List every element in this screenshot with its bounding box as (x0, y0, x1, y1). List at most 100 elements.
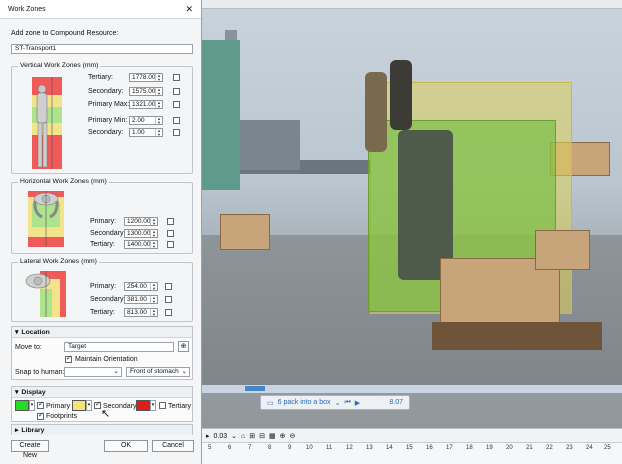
display-title: Display (21, 388, 46, 396)
forward-icon[interactable]: ▸ (206, 432, 210, 440)
target-picker-icon[interactable]: ⊕ (178, 341, 189, 352)
vertical-tertiary-input[interactable]: 1778.00 ▲ ▼ (129, 73, 163, 82)
footprints-checkbox[interactable] (37, 411, 44, 420)
human-figure (365, 72, 387, 152)
resource-field[interactable]: ST-Transport1 (11, 44, 193, 54)
rewind-icon[interactable]: ⏮ (344, 399, 350, 407)
cancel-button[interactable]: Cancel (152, 440, 194, 452)
spin-arrows-icon[interactable]: ▲ ▼ (150, 283, 157, 290)
link-icon[interactable]: ⊞ (249, 432, 255, 440)
horizontal-tertiary-input[interactable]: 1400.00 ▲ ▼ (124, 240, 158, 249)
spin-arrows-icon[interactable]: ▲ ▼ (155, 74, 162, 81)
viewport-toolbar (200, 0, 622, 9)
chevron-down-icon[interactable]: ⌄ (335, 399, 341, 407)
horizontal-tertiary-value: 1400.00 (127, 241, 151, 248)
spin-arrows-icon[interactable]: ▲ ▼ (150, 296, 157, 303)
library-header[interactable]: ▸ Library (12, 425, 192, 435)
ruler-tick: 13 (366, 445, 373, 451)
vertical-secondary-low-input[interactable]: 1.00 ▲ ▼ (129, 128, 163, 137)
spin-arrows-icon[interactable]: ▲ ▼ (150, 218, 157, 225)
primary-color-swatch[interactable] (15, 400, 29, 411)
spin-arrows-icon[interactable]: ▲ ▼ (150, 309, 157, 316)
timeline-playhead[interactable] (245, 386, 265, 391)
vertical-primary-min-input[interactable]: 2.00 ▲ ▼ (129, 116, 163, 125)
horizontal-zones-title: Horizontal Work Zones (mm) (18, 178, 109, 185)
dialog-titlebar[interactable]: Work Zones ✕ (0, 0, 201, 19)
create-new-button[interactable]: Create New (11, 440, 49, 459)
lateral-secondary-value: 381.00 (127, 296, 147, 303)
mouse-cursor-icon: ↖ (101, 408, 111, 420)
zoom-out-icon[interactable]: ⊖ (290, 432, 296, 440)
lateral-tertiary-checkbox[interactable] (165, 309, 172, 316)
vertical-primary-max-value: 1321.00 (132, 101, 156, 108)
vertical-tertiary-checkbox[interactable] (173, 74, 180, 81)
ruler-tick: 17 (446, 445, 453, 451)
timeline-toolbar: ▸ 0.03 ⌄ ⌂ ⊞ ⊟ ▦ ⊕ ⊖ (200, 428, 622, 443)
lateral-primary-input[interactable]: 254.00 ▲ ▼ (124, 282, 158, 291)
vertical-primary-max-checkbox[interactable] (173, 101, 180, 108)
move-to-field[interactable]: Target (64, 342, 174, 352)
ruler-tick: 11 (326, 445, 333, 451)
snap-location-select[interactable]: Front of stomach ⌄ (126, 367, 190, 377)
ruler-tick: 15 (406, 445, 413, 451)
ruler-tick: 19 (486, 445, 493, 451)
tertiary-color-swatch[interactable] (136, 400, 150, 411)
cardboard-box (535, 230, 590, 270)
horizontal-secondary-checkbox[interactable] (167, 230, 174, 237)
key-icon[interactable]: ⌂ (241, 433, 245, 440)
vertical-secondary-checkbox[interactable] (173, 88, 180, 95)
tertiary-checkbox[interactable] (159, 402, 166, 409)
sequence-name[interactable]: 6 pack into a box (278, 399, 331, 406)
spin-arrows-icon[interactable]: ▲ ▼ (150, 230, 157, 237)
vertical-tertiary-value: 1778.00 (132, 74, 156, 81)
primary-checkbox[interactable] (37, 400, 44, 409)
secondary-checkbox[interactable] (94, 400, 101, 409)
zoom-in-icon[interactable]: ⊕ (280, 432, 286, 440)
horizontal-primary-input[interactable]: 1200.00 ▲ ▼ (124, 217, 158, 226)
vertical-primary-max-input[interactable]: 1321.00 ▲ ▼ (129, 100, 163, 109)
ok-button[interactable]: OK (104, 440, 148, 452)
horizontal-tertiary-checkbox[interactable] (167, 241, 174, 248)
viewport-3d[interactable]: ▭ 6 pack into a box ⌄ ⏮ ▶ 8.07 ▸ 0.03 ⌄ … (200, 0, 622, 464)
horizontal-primary-checkbox[interactable] (167, 218, 174, 225)
spin-arrows-icon[interactable]: ▲ ▼ (155, 129, 162, 136)
library-title: Library (21, 426, 45, 434)
spin-arrows-icon[interactable]: ▲ ▼ (155, 101, 162, 108)
lateral-tertiary-input[interactable]: 813.00 ▲ ▼ (124, 308, 158, 317)
display-section: ▾ Display ▾ Primary ▾ Secondary ▾ Tertia… (11, 386, 193, 422)
vertical-primary-min-label: Primary Min: (88, 117, 128, 124)
ruler-tick: 5 (208, 445, 212, 451)
lateral-secondary-input[interactable]: 381.00 ▲ ▼ (124, 295, 158, 304)
lateral-secondary-checkbox[interactable] (165, 296, 172, 303)
vertical-secondary-input[interactable]: 1575.00 ▲ ▼ (129, 87, 163, 96)
horizontal-secondary-input[interactable]: 1300.00 ▲ ▼ (124, 229, 158, 238)
lateral-primary-checkbox[interactable] (165, 283, 172, 290)
filter-icon[interactable]: ⊟ (259, 432, 265, 440)
spin-arrows-icon[interactable]: ▲ ▼ (150, 241, 157, 248)
tertiary-color-dropdown[interactable]: ▾ (150, 400, 156, 411)
location-section: ▾ Location Move to: Target ⊕ Maintain Or… (11, 326, 193, 380)
close-icon[interactable]: ✕ (185, 4, 193, 15)
secondary-color-swatch[interactable] (72, 400, 86, 411)
chevron-down-icon: ▾ (15, 389, 19, 396)
horizontal-zones-group: Horizontal Work Zones (mm) Primary: 1200… (11, 178, 193, 254)
vertical-primary-min-checkbox[interactable] (173, 117, 180, 124)
ruler-tick: 25 (604, 445, 611, 451)
location-header[interactable]: ▾ Location (12, 327, 192, 338)
spin-arrows-icon[interactable]: ▲ ▼ (155, 117, 162, 124)
snap-human-select[interactable]: ⌄ (64, 367, 122, 377)
timeline-ruler[interactable]: 5 6 7 8 9 10 11 12 13 14 15 16 17 18 19 … (200, 442, 622, 464)
spin-arrows-icon[interactable]: ▲ ▼ (155, 88, 162, 95)
play-icon[interactable]: ▶ (355, 399, 360, 407)
vertical-secondary-low-checkbox[interactable] (173, 129, 180, 136)
maintain-orientation-checkbox[interactable] (65, 354, 72, 363)
speed-value[interactable]: 0.03 (214, 433, 228, 440)
primary-color-dropdown[interactable]: ▾ (29, 400, 35, 411)
display-header[interactable]: ▾ Display (12, 387, 192, 398)
ruler-tick: 16 (426, 445, 433, 451)
machine-block (240, 120, 300, 170)
chevron-down-icon[interactable]: ⌄ (231, 432, 237, 440)
horizontal-zone-figure (22, 189, 70, 249)
table-icon[interactable]: ▦ (269, 432, 276, 440)
secondary-color-dropdown[interactable]: ▾ (86, 400, 92, 411)
